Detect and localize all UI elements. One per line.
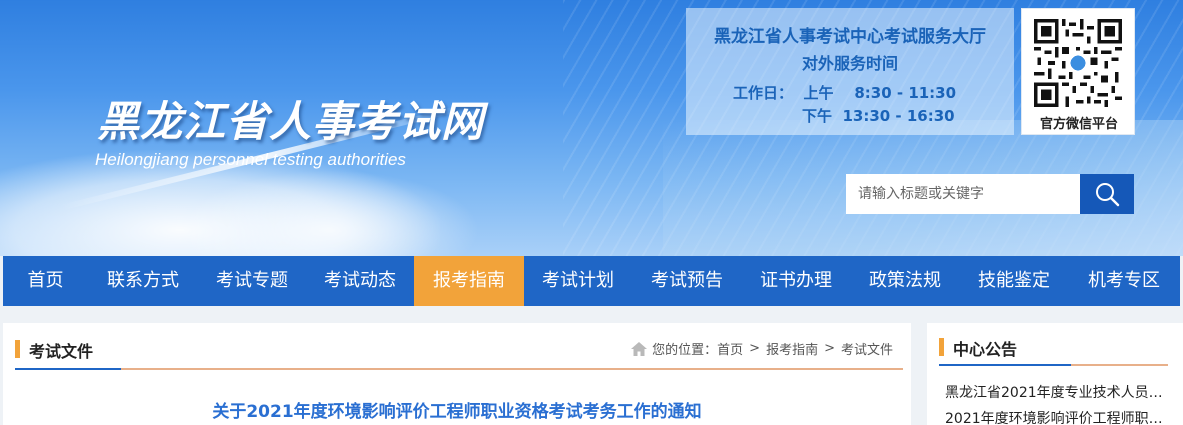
breadcrumb-separator: > [749, 341, 761, 356]
section-title: 考试文件 [29, 342, 94, 361]
sidebar-title: 中心公告 [953, 340, 1018, 359]
service-hours-box: 黑龙江省人事考试中心考试服务大厅 对外服务时间 工作日： 上午 8:30 - 1… [686, 8, 1014, 135]
article-title: 关于2021年度环境影响评价工程师职业资格考试考务工作的通知 [212, 402, 702, 422]
nav-item-registration-guide[interactable]: 报考指南 [414, 256, 524, 306]
notice-list: 黑龙江省2021年度专业技术人员职业资格考试 2021年度环境影响评价工程师职业… [945, 381, 1175, 425]
service-hours-heading: 对外服务时间 [801, 54, 898, 73]
service-hours-afternoon: 下午 13:30 - 16:30 [802, 107, 955, 125]
banner-cloud-2 [180, 170, 480, 256]
breadcrumb: 您的位置： 首页 > 报考指南 > 考试文件 [630, 339, 893, 358]
breadcrumb-separator: > [824, 341, 835, 356]
search-button[interactable] [1080, 174, 1134, 214]
nav-item-home[interactable]: 首页 [3, 256, 88, 306]
qr-code-icon [1034, 19, 1122, 107]
service-hours-morning: 工作日： 上午 8:30 - 11:30 [733, 84, 957, 102]
site-subtitle: Heilongjiang personnel testing authoriti… [95, 150, 406, 169]
nav-item-certificates[interactable]: 证书办理 [742, 256, 850, 306]
nav-item-skills-appraisal[interactable]: 技能鉴定 [960, 256, 1068, 306]
nav-item-policy[interactable]: 政策法规 [850, 256, 960, 306]
main-content-panel: 考试文件 您的位置： 首页 > 报考指南 > 考试文件 关于2021年度环境影响… [3, 323, 911, 425]
nav-item-exam-preview[interactable]: 考试预告 [632, 256, 742, 306]
nav-item-contact[interactable]: 联系方式 [88, 256, 198, 306]
sidebar-accent-bar [939, 338, 944, 356]
section-divider [15, 368, 903, 370]
notice-item[interactable]: 黑龙江省2021年度专业技术人员职业资格考试 [945, 381, 1175, 407]
service-hall-title: 黑龙江省人事考试中心考试服务大厅 [714, 27, 986, 47]
nav-item-exam-topics[interactable]: 考试专题 [198, 256, 306, 306]
home-icon [631, 341, 648, 356]
notice-item[interactable]: 2021年度环境影响评价工程师职业资格考试 [945, 407, 1175, 425]
breadcrumb-home[interactable]: 首页 [717, 339, 743, 358]
nav-item-exam-news[interactable]: 考试动态 [306, 256, 414, 306]
breadcrumb-prefix: 您的位置： [652, 343, 718, 358]
sidebar-announcements: 中心公告 黑龙江省2021年度专业技术人员职业资格考试 2021年度环境影响评价… [927, 323, 1183, 425]
qr-label: 官方微信平台 [1039, 117, 1118, 132]
site-title: 黑龙江省人事考试网 [97, 97, 485, 146]
wechat-qr-card: 官方微信平台 [1021, 8, 1135, 135]
sidebar-divider [939, 364, 1168, 366]
nav-item-computer-exam[interactable]: 机考专区 [1068, 256, 1180, 306]
search-input[interactable] [846, 174, 1080, 214]
search-icon [1096, 183, 1120, 207]
header-banner: 黑龙江省人事考试网 Heilongjiang personnel testing… [0, 0, 1183, 256]
breadcrumb-exam-documents[interactable]: 考试文件 [841, 339, 893, 358]
breadcrumb-registration-guide[interactable]: 报考指南 [766, 339, 818, 358]
section-accent-bar [15, 340, 20, 358]
main-nav: 首页 联系方式 考试专题 考试动态 报考指南 考试计划 考试预告 证书办理 政策… [3, 256, 1180, 306]
nav-item-exam-plan[interactable]: 考试计划 [524, 256, 632, 306]
